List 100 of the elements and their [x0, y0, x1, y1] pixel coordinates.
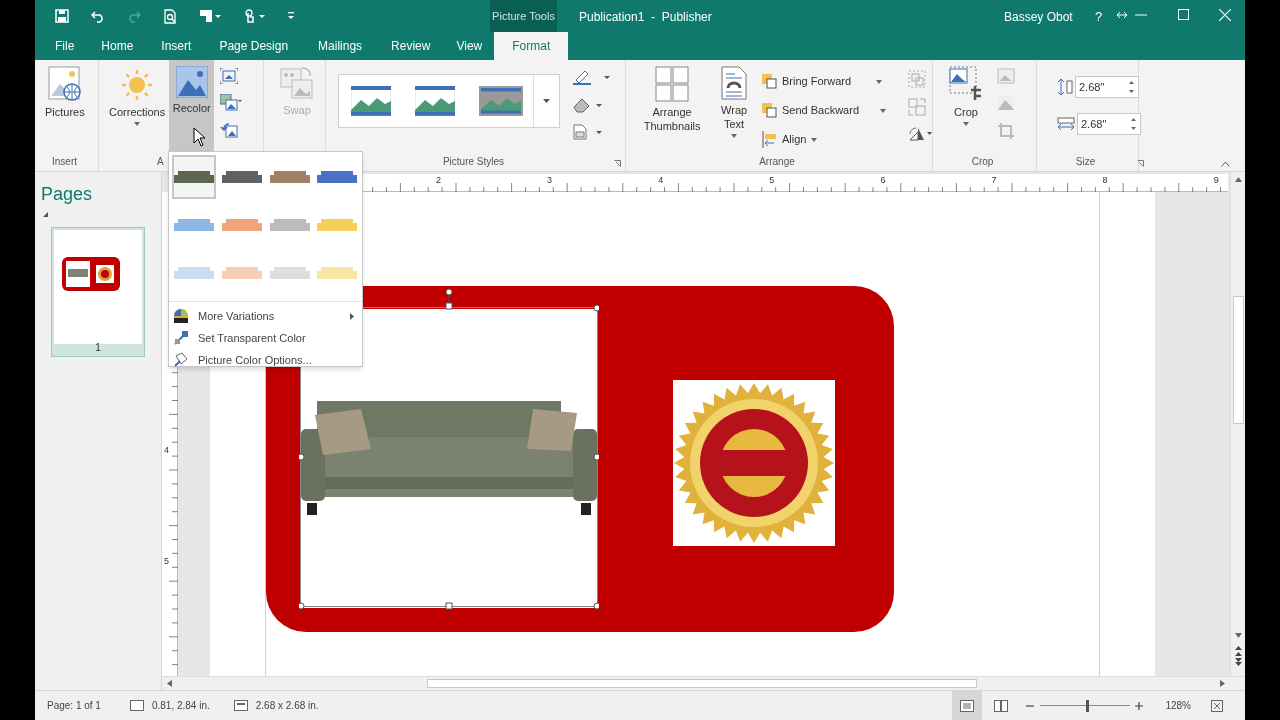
- sofa-icon: [221, 265, 262, 281]
- close-icon[interactable]: [1219, 9, 1231, 21]
- ribbon-tab[interactable]: Mailings: [303, 32, 378, 60]
- arrange-thumbnails-button[interactable]: Arrange Thumbnails: [630, 66, 715, 133]
- mountain-picture-icon: [175, 66, 208, 98]
- menu-item[interactable]: Picture Color Options...: [169, 349, 362, 371]
- maximize-icon[interactable]: [1178, 9, 1190, 21]
- compress-picture-icon[interactable]: [220, 68, 239, 84]
- effects-eraser-icon[interactable]: [572, 97, 602, 113]
- ribbon-tab[interactable]: Home: [86, 32, 149, 60]
- align-button[interactable]: Align: [761, 130, 886, 149]
- customize-icon[interactable]: [287, 11, 295, 21]
- help-button[interactable]: ?: [1095, 7, 1103, 27]
- border-pen-icon[interactable]: [572, 70, 610, 86]
- group-label: Insert: [51, 155, 78, 169]
- width-icon: [1057, 117, 1075, 131]
- size-readout: 2.68 x 2.68 in.: [255, 699, 319, 713]
- dialog-launcher-icon[interactable]: [1137, 160, 1144, 167]
- sofa-icon: [317, 265, 358, 281]
- ribbon-tab[interactable]: Page Design: [204, 32, 304, 60]
- position-box-icon: [129, 700, 144, 711]
- scroll-thumb[interactable]: [1233, 296, 1244, 424]
- touch-mode-icon[interactable]: [243, 8, 265, 24]
- rotate-icon[interactable]: [908, 126, 932, 142]
- send-backward-button[interactable]: Send Backward: [761, 101, 886, 120]
- scroll-right-icon[interactable]: [1220, 680, 1225, 687]
- caret-icon: [880, 108, 886, 113]
- send-backward-icon: [761, 103, 777, 118]
- caption-icon[interactable]: [572, 124, 602, 140]
- transparency-pen-icon: [173, 330, 189, 346]
- pages-panel-title: Pages: [41, 183, 93, 206]
- gallery-more-icon[interactable]: [543, 99, 550, 103]
- sun-icon: [120, 68, 155, 102]
- ruler-number: 5: [164, 556, 169, 566]
- swap-button: Swap: [276, 66, 318, 117]
- ruler-number: 2: [435, 175, 442, 185]
- menu-item[interactable]: Set Transparent Color: [169, 327, 362, 349]
- user-name: Bassey Obot: [1004, 9, 1073, 26]
- ruler-number: 9: [1212, 175, 1220, 185]
- ruler-number: 4: [657, 175, 665, 185]
- recolor-button[interactable]: Recolor: [169, 60, 215, 152]
- window-title: Publication1 - Publisher: [579, 9, 712, 26]
- spinner-arrows-icon[interactable]: [1131, 118, 1136, 130]
- zoom-slider-thumb[interactable]: [1085, 699, 1089, 712]
- scroll-left-icon[interactable]: [167, 680, 172, 687]
- picture-style-gallery[interactable]: [338, 74, 560, 128]
- wrap-text-button[interactable]: Wrap Text: [716, 66, 752, 138]
- single-page-view-button[interactable]: [952, 691, 983, 720]
- collapse-ribbon-icon[interactable]: [1221, 161, 1230, 167]
- picture-style-icon[interactable]: [351, 86, 391, 116]
- scroll-up-icon[interactable]: [1235, 177, 1242, 182]
- grid-icon: [655, 66, 690, 102]
- print-preview-icon[interactable]: [163, 8, 177, 24]
- caret-icon: [876, 79, 883, 84]
- picture-style-icon[interactable]: [415, 86, 455, 116]
- recolor-option[interactable]: [172, 155, 216, 199]
- ribbon-tab[interactable]: Insert: [148, 32, 205, 60]
- corrections-button[interactable]: Corrections: [105, 68, 170, 126]
- caret-icon: [811, 137, 818, 142]
- ribbon-tab[interactable]: File: [43, 32, 87, 60]
- caret-icon: [134, 122, 141, 126]
- sofa-icon: [221, 169, 262, 185]
- reset-picture-icon[interactable]: [220, 122, 239, 138]
- sofa-icon: [174, 217, 214, 233]
- fit-page-icon[interactable]: [1211, 699, 1223, 712]
- save-icon[interactable]: [55, 9, 69, 23]
- sofa-icon: [317, 169, 358, 185]
- menu-item[interactable]: More Variations: [169, 305, 362, 327]
- ruler-number: 5: [768, 175, 776, 185]
- width-field[interactable]: 2.68": [1077, 113, 1141, 135]
- ribbon-tab[interactable]: Format: [494, 32, 569, 60]
- group-label: Size: [1074, 155, 1097, 169]
- bring-forward-button[interactable]: Bring Forward: [761, 72, 886, 91]
- height-field[interactable]: 2.68": [1075, 76, 1139, 98]
- scroll-thumb[interactable]: [427, 679, 977, 688]
- sofa-icon: [269, 265, 310, 281]
- page-nav-icon[interactable]: [1235, 646, 1242, 666]
- sofa-icon: [317, 217, 358, 233]
- thumbnail-preview: [62, 257, 120, 291]
- group-label: Arrange: [758, 155, 796, 169]
- group-label: Picture Styles: [441, 155, 506, 169]
- spinner-arrows-icon[interactable]: [1129, 81, 1134, 93]
- ruler-number: 8: [1101, 175, 1109, 185]
- restore-width-icon[interactable]: [1117, 12, 1127, 18]
- pictures-button[interactable]: Pictures: [41, 66, 89, 119]
- sofa-icon: [269, 217, 310, 233]
- ribbon-tab[interactable]: Review: [377, 32, 445, 60]
- zoom-in-icon[interactable]: [1135, 701, 1144, 710]
- crop-button[interactable]: Crop: [945, 66, 987, 126]
- wrap-text-icon: [721, 66, 748, 100]
- scroll-down-icon[interactable]: [1235, 633, 1242, 638]
- undo-icon[interactable]: [91, 9, 105, 23]
- two-page-icon[interactable]: [994, 699, 1009, 712]
- change-picture-icon[interactable]: [220, 94, 243, 112]
- group-label: A: [157, 155, 164, 169]
- layout-icon[interactable]: [199, 9, 221, 23]
- ribbon-tab[interactable]: View: [444, 32, 495, 60]
- page-thumbnail[interactable]: 1: [51, 227, 145, 357]
- zoom-percentage: 128%: [1165, 699, 1191, 713]
- dialog-launcher-icon[interactable]: [614, 160, 621, 167]
